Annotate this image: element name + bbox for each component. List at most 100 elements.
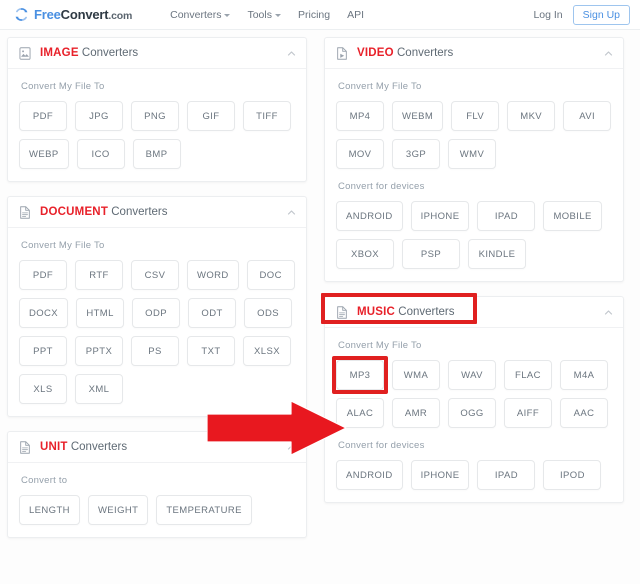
panel-category: VIDEO — [357, 47, 394, 59]
chevron-up-icon[interactable] — [604, 308, 613, 317]
format-button-ps[interactable]: PS — [131, 336, 179, 366]
format-button-aiff[interactable]: AIFF — [504, 398, 552, 428]
format-button-webm[interactable]: WEBM — [392, 101, 444, 131]
section-label-devices: Convert for devices — [338, 181, 425, 192]
format-button-mkv[interactable]: MKV — [507, 101, 556, 131]
panel-music-converters: MUSIC Converters Convert My File To MP3 … — [321, 293, 624, 503]
format-button-alac[interactable]: ALAC — [336, 398, 384, 428]
format-button-flv[interactable]: FLV — [451, 101, 500, 131]
device-button-xbox[interactable]: XBOX — [336, 239, 394, 269]
panel-header-music[interactable]: MUSIC Converters — [321, 293, 623, 328]
format-button-temperature[interactable]: TEMPERATURE — [156, 495, 252, 525]
device-button-ipad[interactable]: IPAD — [477, 201, 536, 231]
format-button-mp4[interactable]: MP4 — [336, 101, 384, 131]
format-button-doc[interactable]: DOC — [246, 260, 295, 290]
panel-header-document[interactable]: DOCUMENT Converters — [8, 197, 306, 228]
panel-header-unit[interactable]: UNIT Converters — [8, 432, 306, 463]
device-button-android[interactable]: ANDROID — [336, 460, 403, 490]
device-button-row-video: ANDROID IPHONE IPAD MOBILE XBOX PSP KIND… — [336, 201, 612, 269]
panel-category: IMAGE — [40, 47, 79, 59]
device-button-mobile[interactable]: MOBILE — [543, 201, 602, 231]
signup-button[interactable]: Sign Up — [572, 4, 630, 25]
format-button-gif[interactable]: GIF — [187, 101, 235, 131]
login-link[interactable]: Log In — [533, 9, 562, 21]
device-button-kindle[interactable]: KINDLE — [468, 239, 526, 269]
format-button-tiff[interactable]: TIFF — [243, 101, 291, 131]
format-button-avi[interactable]: AVI — [563, 101, 612, 131]
chevron-up-icon[interactable] — [287, 208, 296, 217]
panel-category: MUSIC — [357, 306, 396, 318]
format-button-m4a[interactable]: M4A — [560, 360, 608, 390]
site-logo[interactable]: FreeConvert.com — [14, 7, 132, 22]
format-button-ods[interactable]: ODS — [244, 298, 293, 328]
device-button-row-music: ANDROID IPHONE IPAD IPOD — [336, 460, 612, 490]
panel-title-music: MUSIC Converters — [357, 306, 455, 318]
format-button-3gp[interactable]: 3GP — [392, 139, 440, 169]
chevron-up-icon[interactable] — [604, 49, 613, 58]
nav-item-tools[interactable]: Tools — [247, 9, 281, 21]
format-button-pdf[interactable]: PDF — [19, 101, 67, 131]
format-button-bmp[interactable]: BMP — [132, 139, 181, 169]
panel-header-image[interactable]: IMAGE Converters — [8, 38, 306, 69]
nav-label: API — [347, 8, 365, 21]
format-button-webp[interactable]: WEBP — [19, 139, 69, 169]
page-root: FreeConvert.com Converters Tools Pricing… — [0, 0, 640, 584]
image-file-icon — [19, 46, 31, 60]
format-button-wma[interactable]: WMA — [392, 360, 440, 390]
panel-body-music: Convert My File To MP3 WMA WAV FLAC M4A … — [325, 328, 623, 502]
format-button-pptx[interactable]: PPTX — [75, 336, 123, 366]
device-button-iphone[interactable]: IPHONE — [410, 460, 470, 490]
section-label: Convert to — [21, 475, 68, 486]
format-button-ogg[interactable]: OGG — [448, 398, 496, 428]
format-button-mov[interactable]: MOV — [336, 139, 384, 169]
format-button-docx[interactable]: DOCX — [19, 298, 69, 328]
format-button-rtf[interactable]: RTF — [75, 260, 123, 290]
nav-label: Tools — [247, 8, 272, 21]
document-file-icon — [20, 205, 30, 219]
format-button-csv[interactable]: CSV — [131, 260, 179, 290]
format-button-odt[interactable]: ODT — [188, 298, 237, 328]
logo-part-domain: .com — [108, 10, 133, 22]
panel-body-unit: Convert to LENGTH WEIGHT TEMPERATURE — [8, 463, 306, 537]
header-actions: Log In Sign Up — [533, 4, 630, 25]
format-button-ppt[interactable]: PPT — [19, 336, 67, 366]
chevron-up-icon[interactable] — [287, 443, 296, 452]
device-button-ipod[interactable]: IPOD — [543, 460, 602, 490]
format-button-odp[interactable]: ODP — [132, 298, 181, 328]
format-button-row-document: PDF RTF CSV WORD DOC DOCX HTML ODP ODT O… — [19, 260, 295, 404]
format-button-xml[interactable]: XML — [75, 374, 123, 404]
format-button-row-unit: LENGTH WEIGHT TEMPERATURE — [19, 495, 295, 525]
nav-item-converters[interactable]: Converters — [170, 9, 231, 21]
format-button-xls[interactable]: XLS — [19, 374, 67, 404]
format-button-pdf[interactable]: PDF — [19, 260, 67, 290]
chevron-up-icon[interactable] — [287, 49, 296, 58]
device-button-ipad[interactable]: IPAD — [477, 460, 536, 490]
device-button-iphone[interactable]: IPHONE — [410, 201, 470, 231]
format-button-flac[interactable]: FLAC — [504, 360, 552, 390]
panel-word-text: Converters — [397, 47, 454, 59]
format-button-html[interactable]: HTML — [76, 298, 125, 328]
format-button-amr[interactable]: AMR — [392, 398, 440, 428]
device-button-android[interactable]: ANDROID — [336, 201, 403, 231]
format-button-aac[interactable]: AAC — [560, 398, 608, 428]
format-button-ico[interactable]: ICO — [76, 139, 125, 169]
format-button-png[interactable]: PNG — [131, 101, 179, 131]
nav-item-pricing[interactable]: Pricing — [298, 9, 330, 21]
format-button-jpg[interactable]: JPG — [75, 101, 123, 131]
format-button-word[interactable]: WORD — [187, 260, 239, 290]
panel-header-video[interactable]: VIDEO Converters — [325, 38, 623, 69]
format-button-wav[interactable]: WAV — [448, 360, 496, 390]
format-button-wmv[interactable]: WMV — [448, 139, 496, 169]
format-button-txt[interactable]: TXT — [187, 336, 235, 366]
nav-item-api[interactable]: API — [347, 9, 364, 21]
format-button-weight[interactable]: WEIGHT — [87, 495, 149, 525]
panel-word-text: Converters — [398, 306, 455, 318]
panel-body-image: Convert My File To PDF JPG PNG GIF TIFF … — [8, 69, 306, 181]
format-button-length[interactable]: LENGTH — [19, 495, 80, 525]
panel-title-document: DOCUMENT Converters — [40, 206, 168, 218]
panel-title-image: IMAGE Converters — [40, 47, 138, 59]
format-button-xlsx[interactable]: XLSX — [243, 336, 291, 366]
device-button-psp[interactable]: PSP — [402, 239, 460, 269]
format-button-mp3[interactable]: MP3 — [336, 360, 384, 390]
nav-label: Pricing — [297, 8, 331, 21]
